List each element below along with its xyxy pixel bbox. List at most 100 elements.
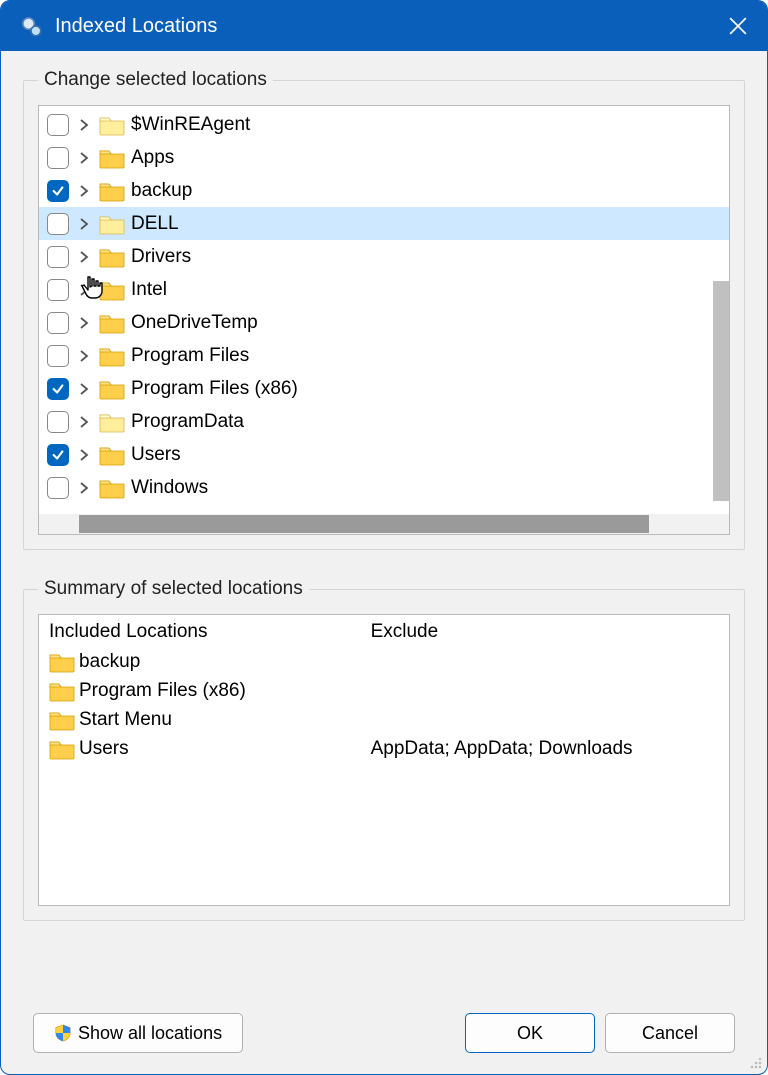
folder-icon bbox=[49, 651, 75, 673]
summary-exclude-cell bbox=[371, 705, 719, 734]
summary-exclude-cell bbox=[371, 647, 719, 676]
chevron-right-icon[interactable] bbox=[75, 347, 93, 365]
ok-button[interactable]: OK bbox=[465, 1013, 595, 1053]
summary-row[interactable]: backup bbox=[49, 647, 719, 676]
close-icon bbox=[729, 17, 747, 35]
chevron-right-icon[interactable] bbox=[75, 281, 93, 299]
tree-item-checkbox[interactable] bbox=[47, 312, 69, 334]
tree-item-checkbox[interactable] bbox=[47, 279, 69, 301]
tree-item-label: Intel bbox=[131, 279, 167, 301]
tree-item-label: Apps bbox=[131, 147, 174, 169]
folder-icon bbox=[99, 279, 125, 301]
summary-rows: backup Program Files (x86) Start Menu Us… bbox=[49, 647, 719, 763]
close-button[interactable] bbox=[715, 6, 761, 46]
chevron-right-icon[interactable] bbox=[75, 215, 93, 233]
button-bar: Show all locations OK Cancel bbox=[23, 1006, 745, 1066]
tree-item-label: Drivers bbox=[131, 246, 191, 268]
tree-item[interactable]: DELL bbox=[39, 207, 729, 240]
summary-group: Summary of selected locations Included L… bbox=[23, 578, 745, 921]
tree-item[interactable]: $WinREAgent bbox=[39, 108, 729, 141]
summary-list: Included Locations Exclude backup Progra… bbox=[38, 614, 730, 906]
summary-included-cell: Program Files (x86) bbox=[49, 676, 371, 705]
tree-item-checkbox[interactable] bbox=[47, 477, 69, 499]
locations-tree[interactable]: $WinREAgent Apps backup DELL Drivers Int… bbox=[39, 106, 729, 504]
window-title: Indexed Locations bbox=[55, 15, 715, 38]
tree-item-checkbox[interactable] bbox=[47, 213, 69, 235]
dialog-client-area: Change selected locations $WinREAgent Ap… bbox=[1, 51, 767, 1074]
chevron-right-icon[interactable] bbox=[75, 314, 93, 332]
tree-item-label: Program Files bbox=[131, 345, 249, 367]
locations-tree-scroll[interactable]: $WinREAgent Apps backup DELL Drivers Int… bbox=[39, 106, 729, 514]
horizontal-scrollbar-thumb[interactable] bbox=[79, 515, 649, 533]
chevron-right-icon[interactable] bbox=[75, 149, 93, 167]
tree-item-label: DELL bbox=[131, 213, 179, 235]
summary-exclude-cell: AppData; AppData; Downloads bbox=[371, 734, 719, 763]
tree-item-checkbox[interactable] bbox=[47, 147, 69, 169]
tree-item[interactable]: ProgramData bbox=[39, 405, 729, 438]
folder-icon bbox=[99, 180, 125, 202]
summary-included-cell: Users bbox=[49, 734, 371, 763]
tree-item-checkbox[interactable] bbox=[47, 114, 69, 136]
tree-item[interactable]: Intel bbox=[39, 273, 729, 306]
included-locations-header[interactable]: Included Locations bbox=[49, 619, 371, 647]
folder-icon bbox=[49, 738, 75, 760]
summary-included-cell: backup bbox=[49, 647, 371, 676]
tree-item-checkbox[interactable] bbox=[47, 411, 69, 433]
chevron-right-icon[interactable] bbox=[75, 413, 93, 431]
tree-item[interactable]: OneDriveTemp bbox=[39, 306, 729, 339]
summary-included-label: Program Files (x86) bbox=[79, 680, 246, 702]
folder-icon bbox=[99, 477, 125, 499]
tree-item[interactable]: Program Files (x86) bbox=[39, 372, 729, 405]
tree-item-label: ProgramData bbox=[131, 411, 244, 433]
chevron-right-icon[interactable] bbox=[75, 446, 93, 464]
summary-row[interactable]: Start Menu bbox=[49, 705, 719, 734]
tree-item[interactable]: Program Files bbox=[39, 339, 729, 372]
cancel-button[interactable]: Cancel bbox=[605, 1013, 735, 1053]
summary-legend: Summary of selected locations bbox=[38, 578, 309, 600]
tree-item[interactable]: Drivers bbox=[39, 240, 729, 273]
vertical-scrollbar-thumb[interactable] bbox=[713, 281, 729, 501]
indexing-options-icon bbox=[17, 12, 45, 40]
tree-item-checkbox[interactable] bbox=[47, 345, 69, 367]
tree-item[interactable]: Windows bbox=[39, 471, 729, 504]
change-locations-group: Change selected locations $WinREAgent Ap… bbox=[23, 69, 745, 550]
summary-included-label: Users bbox=[79, 738, 129, 760]
indexed-locations-dialog: Indexed Locations Change selected locati… bbox=[0, 0, 768, 1075]
summary-row[interactable]: Program Files (x86) bbox=[49, 676, 719, 705]
resize-grip-icon[interactable] bbox=[747, 1054, 763, 1070]
chevron-right-icon[interactable] bbox=[75, 182, 93, 200]
chevron-right-icon[interactable] bbox=[75, 116, 93, 134]
summary-row[interactable]: Users AppData; AppData; Downloads bbox=[49, 734, 719, 763]
titlebar: Indexed Locations bbox=[1, 1, 767, 51]
change-locations-legend: Change selected locations bbox=[38, 69, 273, 91]
summary-exclude-text: AppData; AppData; Downloads bbox=[371, 738, 633, 760]
folder-icon bbox=[49, 709, 75, 731]
tree-item-checkbox[interactable] bbox=[47, 246, 69, 268]
cancel-label: Cancel bbox=[642, 1023, 698, 1044]
tree-item[interactable]: Apps bbox=[39, 141, 729, 174]
show-all-locations-button[interactable]: Show all locations bbox=[33, 1013, 243, 1053]
tree-item[interactable]: backup bbox=[39, 174, 729, 207]
tree-item-checkbox[interactable] bbox=[47, 180, 69, 202]
summary-included-cell: Start Menu bbox=[49, 705, 371, 734]
chevron-right-icon[interactable] bbox=[75, 248, 93, 266]
folder-icon bbox=[99, 213, 125, 235]
folder-icon bbox=[99, 312, 125, 334]
summary-included-label: Start Menu bbox=[79, 709, 172, 731]
exclude-header[interactable]: Exclude bbox=[371, 619, 719, 647]
chevron-right-icon[interactable] bbox=[75, 479, 93, 497]
ok-label: OK bbox=[517, 1023, 543, 1044]
folder-icon bbox=[49, 680, 75, 702]
tree-item-label: backup bbox=[131, 180, 192, 202]
folder-icon bbox=[99, 411, 125, 433]
show-all-locations-label: Show all locations bbox=[78, 1023, 222, 1044]
tree-item-label: OneDriveTemp bbox=[131, 312, 258, 334]
horizontal-scrollbar[interactable] bbox=[39, 514, 729, 534]
tree-item-checkbox[interactable] bbox=[47, 378, 69, 400]
tree-item-checkbox[interactable] bbox=[47, 444, 69, 466]
folder-icon bbox=[99, 345, 125, 367]
tree-item[interactable]: Users bbox=[39, 438, 729, 471]
chevron-right-icon[interactable] bbox=[75, 380, 93, 398]
summary-header-row: Included Locations Exclude bbox=[49, 619, 719, 647]
folder-icon bbox=[99, 444, 125, 466]
